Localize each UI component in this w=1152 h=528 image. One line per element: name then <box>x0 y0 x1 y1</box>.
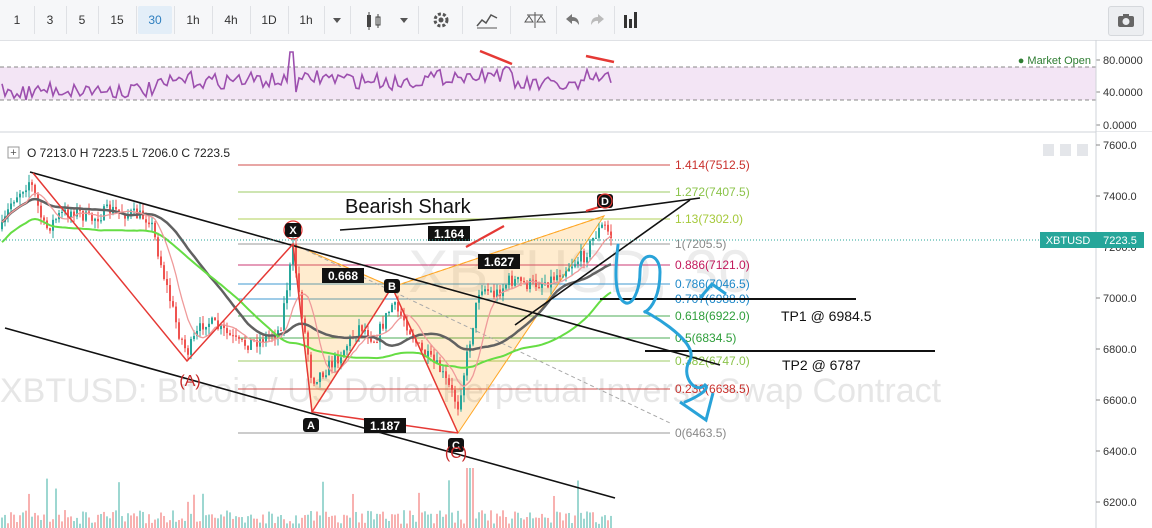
price-axis-label: 7400.0 <box>1103 191 1137 203</box>
svg-text:B: B <box>388 281 396 293</box>
toolbar-divider <box>418 6 419 34</box>
indicators-icon[interactable] <box>472 6 502 34</box>
fib-level-label: 1.414(7512.5) <box>675 158 750 172</box>
candles-icon[interactable] <box>360 6 390 34</box>
point-d-label[interactable]: D <box>597 193 613 209</box>
point-x-label[interactable]: X <box>283 220 303 240</box>
interval-button-4[interactable]: 30 <box>138 6 172 34</box>
interval-button-0[interactable]: 1 <box>2 6 32 34</box>
ohlc-readout: O 7213.0 H 7223.5 L 7206.0 C 7223.5 <box>27 146 230 160</box>
chart-area[interactable]: ● Market Open 80.0000 40.0000 0.0000 XBTUS… <box>0 40 1152 528</box>
toolbar-divider <box>250 6 251 34</box>
rsi-axis-label: 80.0000 <box>1103 55 1143 67</box>
svg-text:+: + <box>10 147 16 159</box>
toolbar-divider <box>174 6 175 34</box>
interval-button-2[interactable]: 5 <box>68 6 96 34</box>
tp1-label: TP1 @ 6984.5 <box>781 308 872 324</box>
svg-text:A: A <box>307 420 315 432</box>
price-axis-label: 6600.0 <box>1103 395 1137 407</box>
svg-text:XBTUSD: XBTUSD <box>1046 235 1091 247</box>
interval-dropdown-icon[interactable] <box>326 6 348 34</box>
fib-level-label: 1.272(7407.5) <box>675 185 750 199</box>
wave-c-label: (C) <box>445 445 467 462</box>
wedge-upper-extension <box>611 197 701 211</box>
tp2-label: TP2 @ 6787 <box>782 357 861 373</box>
toolbar-divider <box>350 6 351 34</box>
toolbar-divider <box>510 6 511 34</box>
toolbar-divider <box>66 6 67 34</box>
rsi-axis-label: 40.0000 <box>1103 87 1143 99</box>
main-pane: XBTUSD, 30 XBTUSD: Bitcoin / US Dollar P… <box>0 158 1096 528</box>
svg-text:X: X <box>289 225 297 237</box>
price-axis-label: 6200.0 <box>1103 497 1137 509</box>
toolbar-divider <box>288 6 289 34</box>
pattern-title: Bearish Shark <box>345 196 472 218</box>
rsi-divergence-line <box>585 54 615 64</box>
ratio-cd-label: 1.627 <box>478 254 520 269</box>
fib-level-label: 1(7205.5) <box>675 237 726 251</box>
interval-button-8[interactable]: 1h <box>290 6 322 34</box>
market-status: ● Market Open <box>1018 55 1091 67</box>
interval-button-5[interactable]: 1h <box>176 6 210 34</box>
chart-type-dropdown-icon[interactable] <box>394 6 414 34</box>
interval-button-3[interactable]: 15 <box>100 6 134 34</box>
svg-text:7223.5: 7223.5 <box>1103 235 1137 247</box>
bars-icon[interactable] <box>618 6 644 34</box>
camera-icon[interactable] <box>1108 6 1144 36</box>
toolbar-divider <box>212 6 213 34</box>
toolbar-divider <box>556 6 557 34</box>
point-a-label[interactable]: A <box>303 418 319 432</box>
interval-button-6[interactable]: 4h <box>214 6 248 34</box>
wave-a-label: (A) <box>179 373 200 390</box>
undo-icon[interactable] <box>560 6 584 34</box>
redo-icon[interactable] <box>586 6 610 34</box>
toolbar-divider <box>462 6 463 34</box>
fib-level-label: 0.886(7121.0) <box>675 258 750 272</box>
ratio-ac-label: 1.187 <box>364 418 406 433</box>
price-axis-label: 6800.0 <box>1103 344 1137 356</box>
svg-text:1.187: 1.187 <box>370 419 400 433</box>
interval-button-7[interactable]: 1D <box>252 6 286 34</box>
svg-text:D: D <box>601 196 609 208</box>
svg-text:1.627: 1.627 <box>484 255 514 269</box>
pane-controls[interactable] <box>1043 144 1088 156</box>
symbol-legend[interactable]: + O 7213.0 H 7223.5 L 7206.0 C 7223.5 <box>7 146 230 160</box>
price-axis-label: 7600.0 <box>1103 140 1137 152</box>
fib-level-label: 0.5(6834.5) <box>675 331 736 345</box>
gear-icon[interactable] <box>426 6 456 34</box>
rsi-axis-label: 0.0000 <box>1103 120 1137 132</box>
svg-text:0.668: 0.668 <box>328 269 358 283</box>
volume-bars <box>1 468 612 528</box>
fib-level-label: 1.13(7302.0) <box>675 212 743 226</box>
toolbar-divider <box>98 6 99 34</box>
svg-text:1.164: 1.164 <box>434 227 464 241</box>
price-axis-label: 6400.0 <box>1103 446 1137 458</box>
toolbar-divider <box>324 6 325 34</box>
fib-level-label: 0.618(6922.0) <box>675 309 750 323</box>
fib-level-label: 0(6463.5) <box>675 426 726 440</box>
toolbar-divider <box>34 6 35 34</box>
last-price-badge: XBTUSD 7223.5 <box>1040 232 1144 248</box>
rsi-pane: ● Market Open <box>0 49 1152 133</box>
price-axis-label: 7000.0 <box>1103 293 1137 305</box>
chart-toolbar: 1 3 5 15 30 1h 4h 1D 1h <box>0 0 1152 41</box>
compare-icon[interactable] <box>520 6 550 34</box>
rsi-divergence-line <box>479 49 513 66</box>
toolbar-divider <box>136 6 137 34</box>
point-b-label[interactable]: B <box>384 279 400 293</box>
ratio-bc-label: 1.164 <box>428 226 470 241</box>
toolbar-divider <box>614 6 615 34</box>
ratio-xa-label: 0.668 <box>322 268 364 283</box>
rsi-price-axis[interactable]: 80.0000 40.0000 0.0000 <box>1096 55 1143 132</box>
interval-button-1[interactable]: 3 <box>36 6 64 34</box>
